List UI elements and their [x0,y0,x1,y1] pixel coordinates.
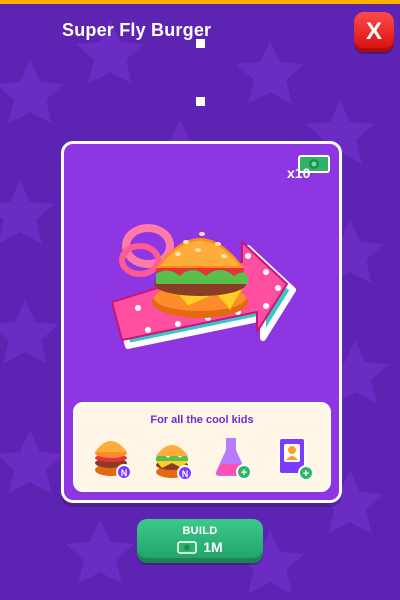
perk-badge-label: + [302,468,308,480]
build-cost-value: 1M [203,539,223,555]
perk-item[interactable]: N [91,432,132,484]
cash-icon [177,540,198,554]
double-stack-burger-icon: N [95,441,132,480]
perk-badge-label: + [241,467,247,479]
perk-panel-title: For all the cool kids [150,414,254,426]
building-title: Super Fly Burger [62,20,212,40]
close-button[interactable]: X [354,12,394,52]
super-fly-burger-art [111,224,296,349]
perk-item[interactable]: + [212,432,253,484]
perk-list: N N + + [91,432,314,484]
build-label: BUILD [182,525,218,537]
perk-item[interactable]: N [152,432,193,484]
lab-flask-icon: + [215,438,252,480]
build-button[interactable]: BUILD 1M [137,519,263,563]
cheeseburger-icon: N [155,445,193,481]
employee-card-icon: + [277,437,314,481]
indicator-dot [196,97,205,106]
perk-item[interactable]: + [273,432,314,484]
top-accent-bar [0,0,400,4]
perk-panel: For all the cool kids N N + + [73,402,331,492]
perk-badge-label: N [181,469,188,479]
perk-badge-label: N [121,468,128,478]
cash-multiplier: x10 [287,165,311,181]
build-cost: 1M [177,539,223,555]
close-label: X [365,18,382,45]
